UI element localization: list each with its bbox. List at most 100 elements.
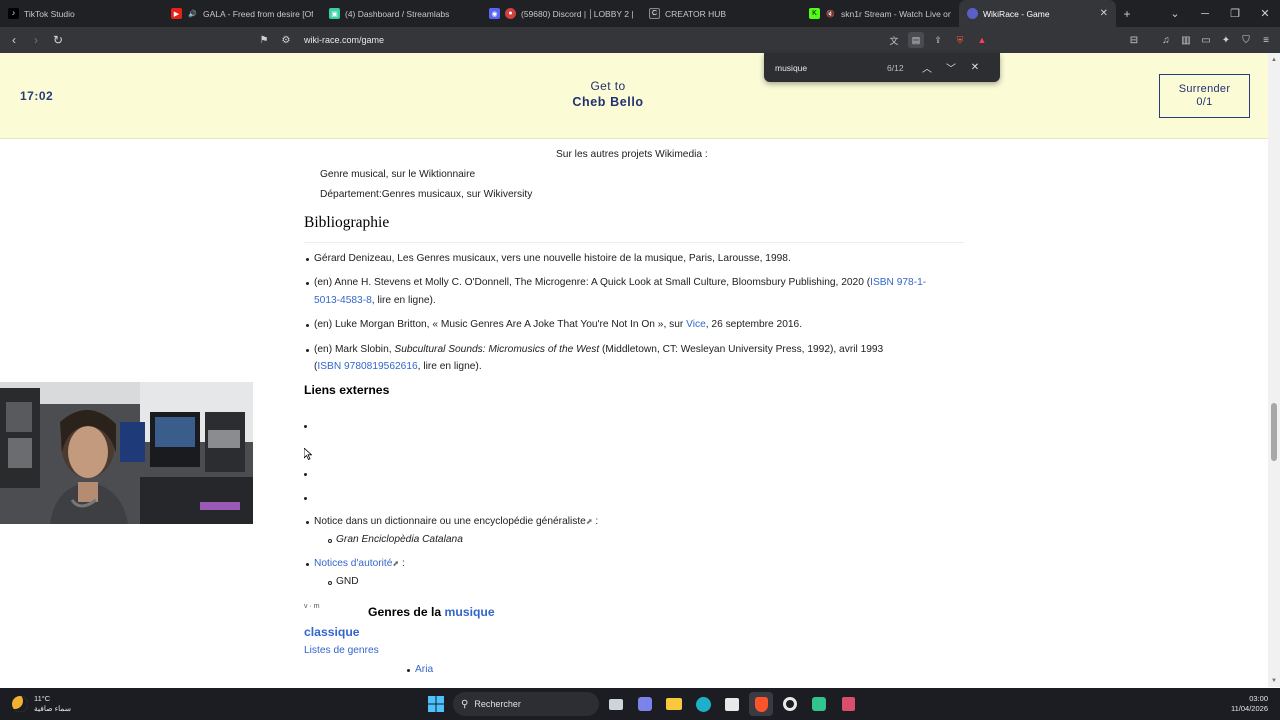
isbn-link-2[interactable]: ISBN 9780819562616	[317, 361, 417, 372]
music-icon[interactable]: ♫	[1158, 32, 1174, 48]
biblio-item-2: (en) Anne H. Stevens et Molly C. O'Donne…	[314, 277, 926, 288]
windows-start-icon[interactable]	[424, 692, 448, 716]
biblio-item-4-rest: (Middletown, CT: Wesleyan University Pre…	[599, 344, 884, 355]
weather-widget[interactable]: 11°C سماء صافية	[12, 694, 71, 714]
forward-icon[interactable]: ›	[26, 30, 46, 50]
isbn-link[interactable]: ISBN 978-1-	[870, 277, 926, 288]
side-panel-icon[interactable]: ▥	[1178, 32, 1194, 48]
system-clock[interactable]: 03:00 11/04/2026	[1231, 694, 1268, 714]
sister-link-wikiversity[interactable]: Département:Genres musicaux, sur Wikiver…	[320, 189, 532, 200]
tab-wikirace[interactable]: WikiRace - Game ✕	[959, 0, 1116, 27]
authority-colon: :	[399, 558, 405, 569]
biblio-item-3: (en) Luke Morgan Britton, « Music Genres…	[314, 319, 802, 330]
catalana-link[interactable]: Gran Enciclopèdia Catalana	[336, 534, 463, 545]
vpn-icon[interactable]: ⛉	[1238, 32, 1254, 48]
taskbar-search[interactable]: ⚲ Rechercher	[453, 692, 599, 716]
authority-notices: Notices d'autorité⬈ :	[314, 558, 405, 569]
page-scrollbar-track[interactable]	[1268, 53, 1280, 687]
task-view-icon[interactable]	[604, 692, 628, 716]
navbox-title: Genres de la musique	[368, 605, 495, 619]
find-in-page-icon[interactable]: ▤	[908, 32, 924, 48]
notice-dictionary-label: Notice dans un dictionnaire ou une encyc…	[314, 516, 586, 527]
speaker-icon: 🔊	[188, 10, 197, 18]
tab-kick[interactable]: K 🔇 skn1r Stream - Watch Live on Ki	[801, 0, 959, 27]
tab-streamlabs[interactable]: ▣ (4) Dashboard / Streamlabs	[321, 0, 481, 27]
list-bullet	[306, 282, 309, 285]
steam-icon[interactable]	[778, 692, 802, 716]
site-info-icon[interactable]: ⚙	[278, 32, 294, 48]
new-tab-icon[interactable]: +	[1116, 0, 1138, 27]
scroll-down-icon[interactable]: ▼	[1270, 678, 1278, 686]
chevron-down-icon[interactable]: ⌄	[1160, 0, 1190, 27]
menu-icon[interactable]: ≡	[1258, 32, 1274, 48]
tab-creator-hub[interactable]: C CREATOR HUB	[641, 0, 801, 27]
clock-date: 11/04/2026	[1231, 704, 1268, 713]
sidebar-toggle-icon[interactable]: ⊟	[1126, 32, 1142, 48]
app-icon[interactable]	[836, 692, 860, 716]
close-tab-icon[interactable]: ✕	[1094, 8, 1108, 19]
external-links-heading: Liens externes	[304, 383, 390, 397]
scroll-up-icon[interactable]: ▲	[1270, 57, 1278, 65]
isbn-link-cont[interactable]: 5013-4583-8	[314, 295, 372, 306]
tab-discord[interactable]: ◉ ● (59680) Discord | │LOBBY 2 | │	[481, 0, 641, 27]
bookmark-icon[interactable]: ⚑	[256, 32, 272, 48]
authority-link[interactable]: Notices d'autorité	[314, 558, 392, 569]
store-icon[interactable]	[720, 692, 744, 716]
minimize-icon[interactable]: ─	[1190, 0, 1220, 27]
streamlabs-icon: ▣	[329, 8, 340, 19]
discord-icon: ◉	[489, 8, 500, 19]
biblio-item-2-end: , lire en ligne).	[371, 295, 436, 306]
brave-shield-icon[interactable]: ⛨	[952, 32, 968, 48]
taskbar-search-label: Rechercher	[474, 699, 521, 709]
kick-icon: K	[809, 8, 820, 19]
notice-dictionary-item[interactable]: Gran Enciclopèdia Catalana	[336, 534, 463, 545]
surrender-count: 0/1	[1196, 96, 1213, 108]
address-bar[interactable]: ⚑ ⚙ wiki-race.com/game	[256, 30, 996, 50]
navbox-section-classique[interactable]: classique	[304, 625, 360, 639]
tab-label: CREATOR HUB	[665, 8, 727, 19]
brave-rewards-icon[interactable]: ▲	[974, 32, 990, 48]
find-input[interactable]: musique	[775, 63, 887, 73]
biblio-item-3-text: (en) Luke Morgan Britton, « Music Genres…	[314, 319, 687, 330]
surrender-button[interactable]: Surrender 0/1	[1159, 74, 1250, 118]
page-scrollbar-thumb[interactable]	[1271, 403, 1277, 461]
target-article: Get to Cheb Bello	[520, 79, 696, 109]
find-match-count: 6/12	[887, 62, 904, 73]
gnd-item[interactable]: GND	[336, 576, 359, 587]
bibliography-heading: Bibliographie	[304, 214, 390, 231]
find-previous-icon[interactable]: ︿	[915, 60, 939, 75]
biblio-item-4-line2: (ISBN 9780819562616, lire en ligne).	[314, 361, 482, 372]
musique-link[interactable]: musique	[445, 605, 495, 619]
leo-ai-icon[interactable]: ✦	[1218, 32, 1234, 48]
file-explorer-icon[interactable]	[662, 692, 686, 716]
youtube-icon: ▶	[171, 8, 182, 19]
biblio-item-4-end: , lire en ligne).	[417, 361, 482, 372]
back-icon[interactable]: ‹	[4, 30, 24, 50]
share-icon[interactable]: ⇪	[930, 32, 946, 48]
reload-icon[interactable]: ↻	[48, 30, 68, 50]
edge-icon[interactable]	[691, 692, 715, 716]
restore-icon[interactable]: ❐	[1220, 0, 1250, 27]
sister-projects-header: Sur les autres projets Wikimedia :	[556, 149, 708, 160]
teams-icon[interactable]	[633, 692, 657, 716]
biblio-item-4-title: Subcultural Sounds: Micromusics of the W…	[394, 344, 600, 355]
biblio-item-2-line2: 5013-4583-8, lire en ligne).	[314, 295, 436, 306]
tab-label: GALA - Freed from desire [Offic	[203, 8, 313, 19]
genre-lists-link[interactable]: Listes de genres	[304, 645, 379, 656]
vice-link[interactable]: Vice	[686, 319, 706, 330]
streamlabs-taskbar-icon[interactable]	[807, 692, 831, 716]
wallet-icon[interactable]: ▭	[1198, 32, 1214, 48]
weather-description: سماء صافية	[34, 704, 72, 713]
search-icon: ⚲	[461, 698, 469, 710]
close-window-icon[interactable]: ✕	[1250, 0, 1280, 27]
tab-tiktok-studio[interactable]: ♪ TikTok Studio	[0, 0, 163, 27]
aria-link[interactable]: Aria	[415, 664, 433, 675]
sister-link-wiktionary[interactable]: Genre musical, sur le Wiktionnaire	[320, 169, 475, 180]
brave-icon[interactable]	[749, 692, 773, 716]
list-bullet	[306, 349, 309, 352]
find-next-icon[interactable]: ﹀	[939, 60, 963, 75]
translate-icon[interactable]: 文	[886, 32, 902, 48]
tab-gala-youtube[interactable]: ▶ 🔊 GALA - Freed from desire [Offic	[163, 0, 321, 27]
navbox-toggle-icon[interactable]: v · m	[304, 603, 320, 610]
find-close-icon[interactable]: ✕	[963, 62, 987, 73]
